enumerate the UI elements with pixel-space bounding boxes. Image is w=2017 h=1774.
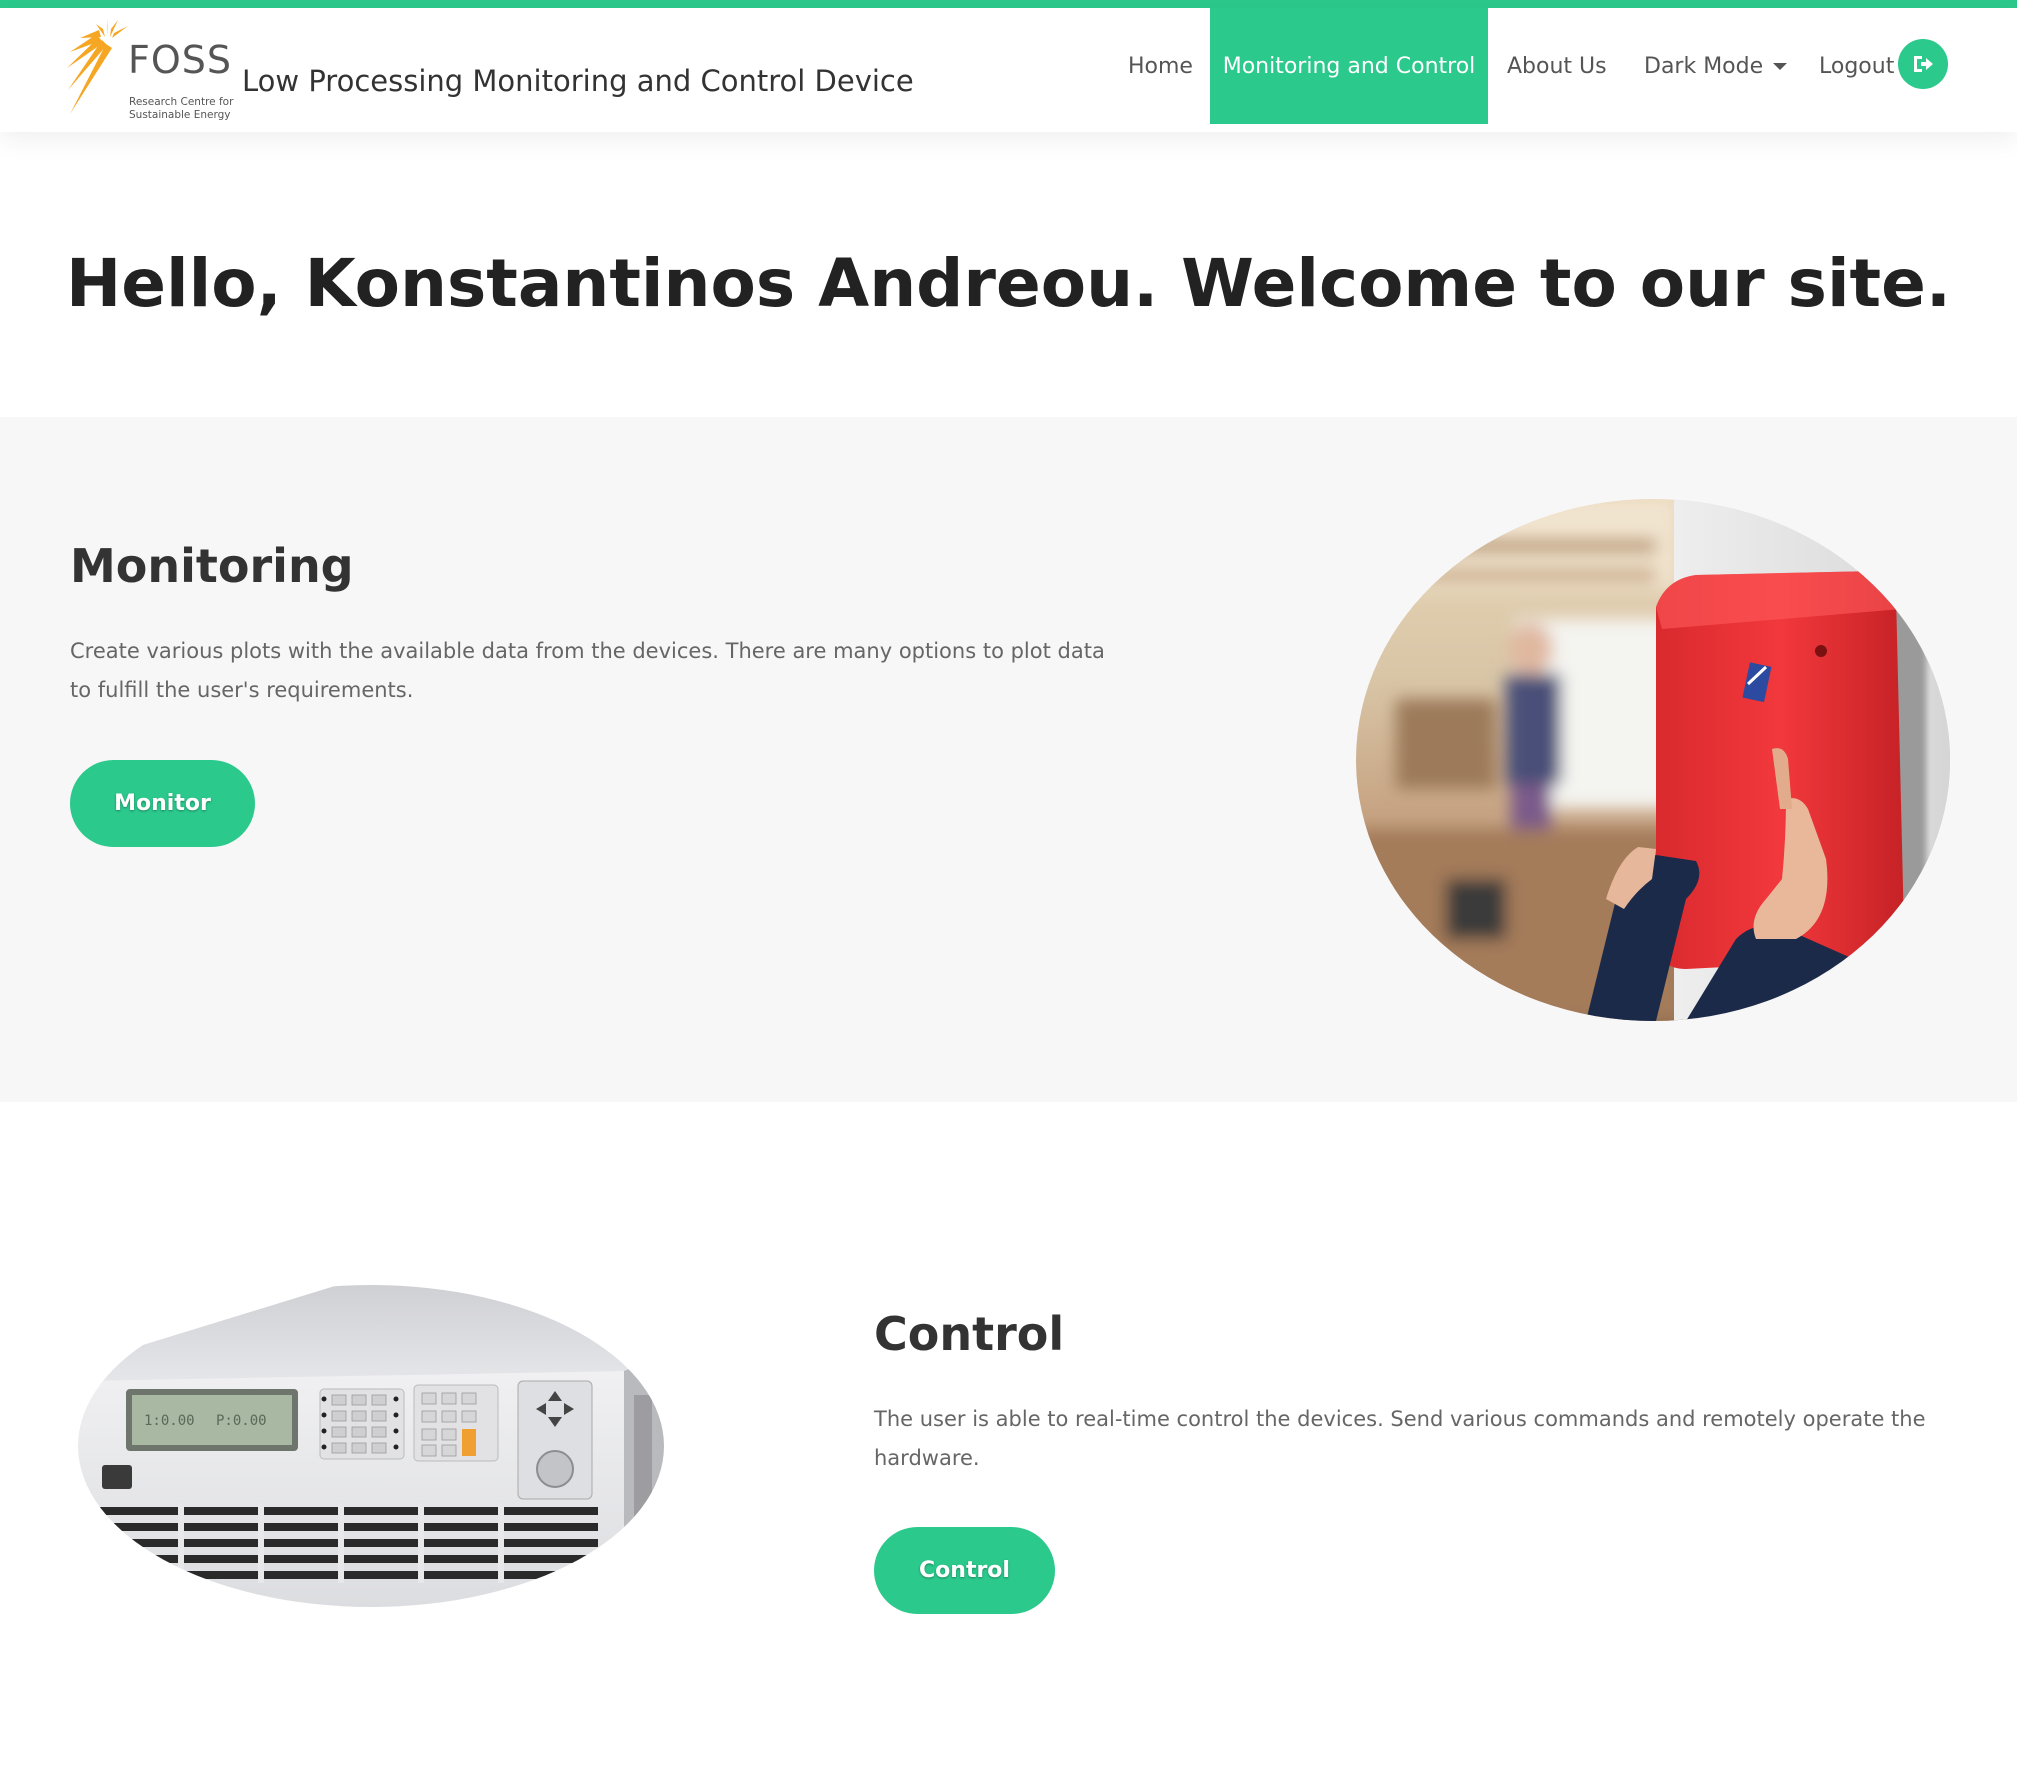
nav-logout[interactable]: Logout — [1819, 8, 1894, 124]
control-section: 1:0.00 P:0.00 Control The user is able t… — [0, 1102, 2017, 1774]
monitor-button[interactable]: Monitor — [70, 760, 255, 847]
svg-text:1:0.00: 1:0.00 — [144, 1413, 195, 1429]
site-title[interactable]: Low Processing Monitoring and Control De… — [242, 64, 914, 98]
welcome-heading: Hello, Konstantinos Andreou. Welcome to … — [66, 245, 1951, 322]
top-accent-line — [0, 0, 2017, 8]
nav-dark-mode-dropdown[interactable]: Dark Mode — [1644, 8, 1788, 124]
monitoring-description: Create various plots with the available … — [70, 639, 1105, 702]
control-heading: Control — [874, 1307, 1065, 1361]
logo-subtitle: Research Centre for Sustainable Energy — [129, 96, 234, 121]
control-description: The user is able to real-time control th… — [874, 1407, 1926, 1470]
electronic-load-photo: 1:0.00 P:0.00 — [78, 1285, 664, 1607]
dark-mode-label: Dark Mode — [1644, 53, 1764, 79]
nav-monitoring-and-control[interactable]: Monitoring and Control — [1210, 8, 1488, 124]
sunburst-icon — [67, 18, 128, 114]
sign-out-icon — [1914, 56, 1933, 72]
caret-down-icon — [1773, 62, 1788, 70]
logout-icon[interactable] — [1898, 39, 1948, 89]
nav-home[interactable]: Home — [1128, 8, 1193, 124]
navbar: FOSS Research Centre for Sustainable Ene… — [0, 8, 2017, 132]
monitoring-heading: Monitoring — [70, 539, 354, 593]
svg-text:P:0.00: P:0.00 — [216, 1413, 267, 1429]
inverter-photo — [1356, 499, 1950, 1021]
hero-section: Hello, Konstantinos Andreou. Welcome to … — [0, 132, 2017, 417]
nav-about-us[interactable]: About Us — [1507, 8, 1607, 124]
monitoring-section: Monitoring Create various plots with the… — [0, 417, 2017, 1102]
logo-wordmark: FOSS — [128, 38, 233, 82]
control-button[interactable]: Control — [874, 1527, 1055, 1614]
foss-logo[interactable]: FOSS Research Centre for Sustainable Ene… — [66, 16, 233, 126]
